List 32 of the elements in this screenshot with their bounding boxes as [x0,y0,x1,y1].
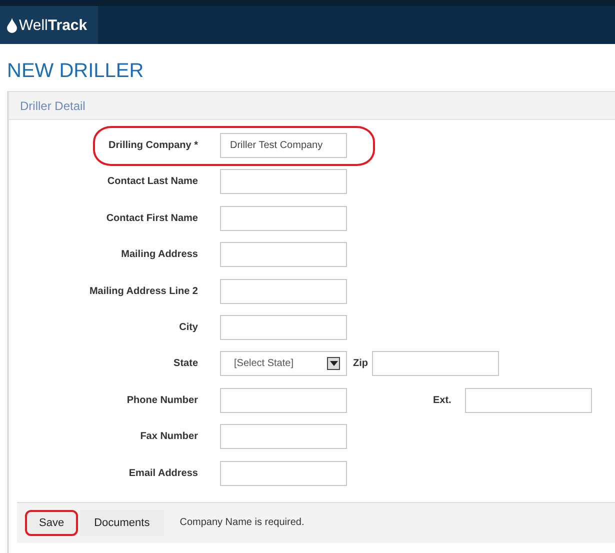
water-drop-icon [7,18,17,32]
field-label: Contact First Name [105,212,198,224]
field-label: Mailing Address [120,249,198,260]
field-label: State [172,358,198,370]
save-button[interactable]: Save [25,510,78,536]
field-label: Zip [353,358,368,370]
input-field[interactable] [220,169,347,194]
logo-text: WellTrack [19,16,88,34]
input-field[interactable] [220,314,347,340]
input-field[interactable] [465,388,592,413]
panel-title: Driller Detail [20,98,86,112]
validation-message: Company Name is required. [180,517,304,528]
state-dropdown[interactable]: [Select State] [220,351,347,376]
field-label: Fax Number [139,431,198,442]
field-label: Mailing Address Line 2 [88,286,198,297]
input-field[interactable] [372,351,499,376]
field-label: Phone Number [126,394,198,406]
field-label: City [178,322,198,333]
input-field[interactable] [220,460,347,486]
logo[interactable]: WellTrack [0,6,98,44]
field-label: Ext. [433,394,452,406]
field-label: Contact Last Name [106,176,198,188]
field-label: Email Address [128,468,198,479]
input-field[interactable] [220,424,347,450]
documents-button[interactable]: Documents [80,510,164,536]
page-title: NEW DRILLER [6,59,145,84]
field-label: Drilling Company * [108,140,198,151]
input-field[interactable] [220,388,347,413]
input-field[interactable] [220,242,347,268]
input-field[interactable] [220,278,347,304]
input-field[interactable] [220,206,347,231]
input-field[interactable]: Driller Test Company [220,133,347,158]
